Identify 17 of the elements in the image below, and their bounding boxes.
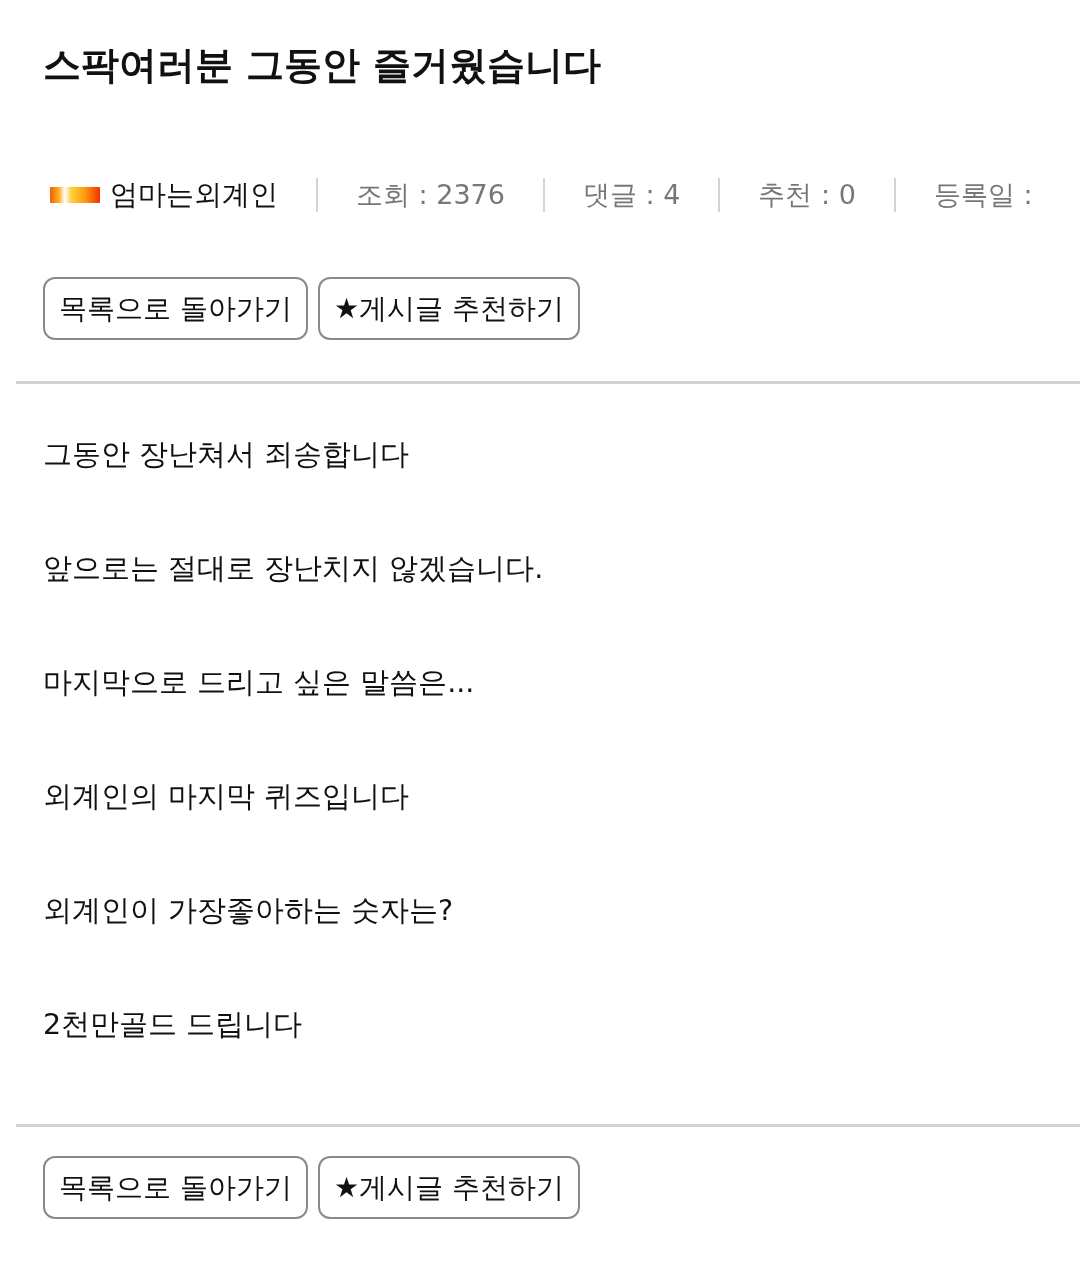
body-paragraph: 2천만골드 드립니다: [43, 1008, 303, 1042]
recommend-button[interactable]: ★게시글 추천하기: [317, 1156, 580, 1219]
body-paragraph: 외계인이 가장좋아하는 숫자는?: [43, 894, 454, 928]
body-paragraph: 그동안 장난쳐서 죄송합니다: [43, 438, 410, 472]
recommend-button[interactable]: ★게시글 추천하기: [317, 277, 580, 340]
post-stat: 조회 : 2376: [356, 178, 505, 212]
back-to-list-button[interactable]: 목록으로 돌아가기: [43, 277, 308, 340]
rank-bar-icon: [50, 187, 100, 203]
body-paragraph: 외계인의 마지막 퀴즈입니다: [43, 780, 410, 814]
body-paragraph: 앞으로는 절대로 장난치지 않겠습니다.: [43, 552, 544, 586]
author-name: 엄마는외계인: [110, 177, 278, 213]
post-stat: 추천 : 0: [758, 178, 856, 212]
post-stat: 댓글 : 4: [583, 178, 681, 212]
back-to-list-button[interactable]: 목록으로 돌아가기: [43, 1156, 308, 1219]
body-paragraph: 마지막으로 드리고 싶은 말씀은...: [43, 666, 475, 700]
post-stat: 등록일 :: [933, 178, 1033, 212]
post-title: 스팍여러분 그동안 즐거웠습니다: [43, 42, 602, 89]
